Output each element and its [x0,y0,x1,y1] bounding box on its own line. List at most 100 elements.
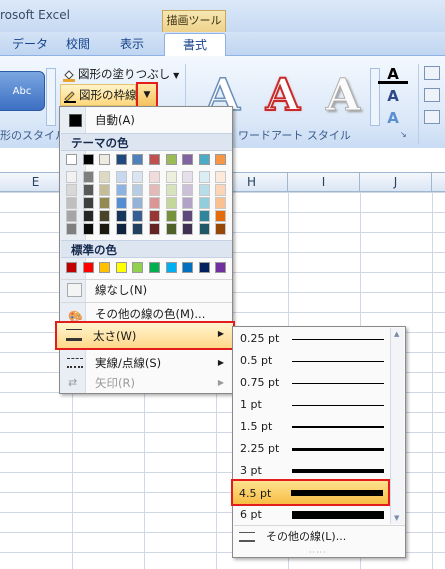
theme-shade-swatch[interactable] [115,223,127,235]
theme-color-swatch[interactable] [132,154,144,165]
weight-option[interactable]: 0.75 pt [234,372,390,394]
theme-shade-swatch[interactable] [198,171,210,183]
selection-pane-icon[interactable] [424,110,440,124]
theme-shade-swatch[interactable] [182,171,194,183]
theme-shade-swatch[interactable] [132,223,144,235]
theme-shade-swatch[interactable] [132,197,144,209]
wordart-style-red[interactable]: A [254,68,312,124]
theme-color-swatch[interactable] [149,154,160,165]
standard-color-swatch[interactable] [149,262,160,273]
theme-shade-swatch[interactable] [182,184,194,196]
text-outline-icon[interactable]: A [378,86,408,106]
theme-shade-swatch[interactable] [66,184,77,196]
theme-color-swatch[interactable] [215,154,227,165]
theme-shade-swatch[interactable] [99,171,111,183]
theme-shade-swatch[interactable] [132,171,144,183]
theme-color-swatch[interactable] [198,154,210,165]
fill-dropdown-icon[interactable]: ▼ [173,71,179,80]
submenu-scrollbar[interactable]: ▲ ▼ [390,328,404,524]
weight-option[interactable]: 1.5 pt [234,416,390,438]
theme-shade-swatch[interactable] [215,223,227,235]
standard-color-swatch[interactable] [66,262,77,273]
standard-color-swatch[interactable] [99,262,111,273]
shape-outline-button[interactable]: 図形の枠線 [60,84,137,106]
theme-color-swatch[interactable] [165,154,177,165]
menu-item-more-lines[interactable]: その他の線(L)... [234,527,405,547]
theme-shade-swatch[interactable] [198,210,210,222]
text-effects-icon[interactable]: A [378,108,408,128]
scroll-up-icon[interactable]: ▲ [394,330,399,338]
wordart-style-white[interactable]: A [314,68,372,124]
theme-shade-swatch[interactable] [99,223,111,235]
column-header-I[interactable]: I [288,173,360,192]
theme-shade-swatch[interactable] [165,210,177,222]
theme-shade-swatch[interactable] [215,184,227,196]
theme-shade-swatch[interactable] [149,171,160,183]
theme-shade-swatch[interactable] [165,197,177,209]
theme-color-swatch[interactable] [115,154,127,165]
theme-shade-swatch[interactable] [66,210,77,222]
standard-color-swatch[interactable] [82,262,94,273]
theme-shade-swatch[interactable] [66,223,77,235]
weight-option[interactable]: 1 pt [234,394,390,416]
theme-shade-swatch[interactable] [115,197,127,209]
arrange-back-icon[interactable] [424,88,440,102]
theme-shade-swatch[interactable] [66,171,77,183]
standard-color-swatch[interactable] [215,262,227,273]
tab-review[interactable]: 校閲 [58,32,98,56]
theme-shade-swatch[interactable] [149,210,160,222]
theme-shade-swatch[interactable] [165,184,177,196]
theme-shade-swatch[interactable] [182,197,194,209]
theme-shade-swatch[interactable] [66,197,77,209]
tab-format[interactable]: 書式 [164,33,226,57]
theme-shade-swatch[interactable] [132,184,144,196]
theme-shade-swatch[interactable] [215,171,227,183]
theme-shade-swatch[interactable] [215,210,227,222]
tab-view[interactable]: 表示 [112,32,152,56]
theme-shade-swatch[interactable] [82,171,94,183]
shape-style-gallery-scroll[interactable] [46,68,56,126]
standard-color-swatch[interactable] [198,262,210,273]
theme-shade-swatch[interactable] [198,197,210,209]
weight-option[interactable]: 2.25 pt [234,438,390,460]
dialog-launcher-icon[interactable]: ↘ [400,130,407,139]
theme-shade-swatch[interactable] [182,210,194,222]
theme-shade-swatch[interactable] [132,210,144,222]
text-fill-icon[interactable]: A [378,64,408,84]
standard-color-swatch[interactable] [165,262,177,273]
menu-item-dashes[interactable]: 実線/点線(S) ▶ [61,353,232,373]
shape-style-sample[interactable]: Abc [0,71,45,111]
theme-shade-swatch[interactable] [165,223,177,235]
weight-option[interactable]: 0.25 pt [234,328,390,350]
theme-shade-swatch[interactable] [82,197,94,209]
column-header-J[interactable]: J [360,173,432,192]
menu-item-no-line[interactable]: 線なし(N) [61,279,232,301]
theme-shade-swatch[interactable] [149,184,160,196]
theme-shade-swatch[interactable] [82,210,94,222]
theme-shade-swatch[interactable] [165,171,177,183]
standard-color-swatch[interactable] [132,262,144,273]
theme-shade-swatch[interactable] [99,210,111,222]
standard-color-swatch[interactable] [182,262,194,273]
theme-shade-swatch[interactable] [215,197,227,209]
weight-option[interactable]: 6 pt [234,504,390,526]
shape-outline-dropdown-arrow[interactable]: ▼ [136,82,158,108]
theme-shade-swatch[interactable] [82,184,94,196]
theme-shade-swatch[interactable] [99,197,111,209]
theme-color-swatch[interactable] [82,154,94,165]
theme-shade-swatch[interactable] [115,184,127,196]
menu-item-weight[interactable]: 太さ(W) ▶ [55,321,235,350]
theme-shade-swatch[interactable] [149,197,160,209]
theme-shade-swatch[interactable] [182,223,194,235]
tab-data[interactable]: データ [6,32,54,56]
theme-color-swatch[interactable] [99,154,111,165]
weight-option[interactable]: 0.5 pt [234,350,390,372]
theme-color-swatch[interactable] [182,154,194,165]
standard-color-swatch[interactable] [115,262,127,273]
weight-option-selected[interactable]: 4.5 pt [233,483,389,505]
theme-shade-swatch[interactable] [198,184,210,196]
theme-shade-swatch[interactable] [99,184,111,196]
arrange-front-icon[interactable] [424,66,440,80]
shape-fill-button[interactable]: 図形の塗りつぶし ▼ [62,64,180,84]
menu-item-automatic[interactable]: 自動(A) [61,110,232,130]
